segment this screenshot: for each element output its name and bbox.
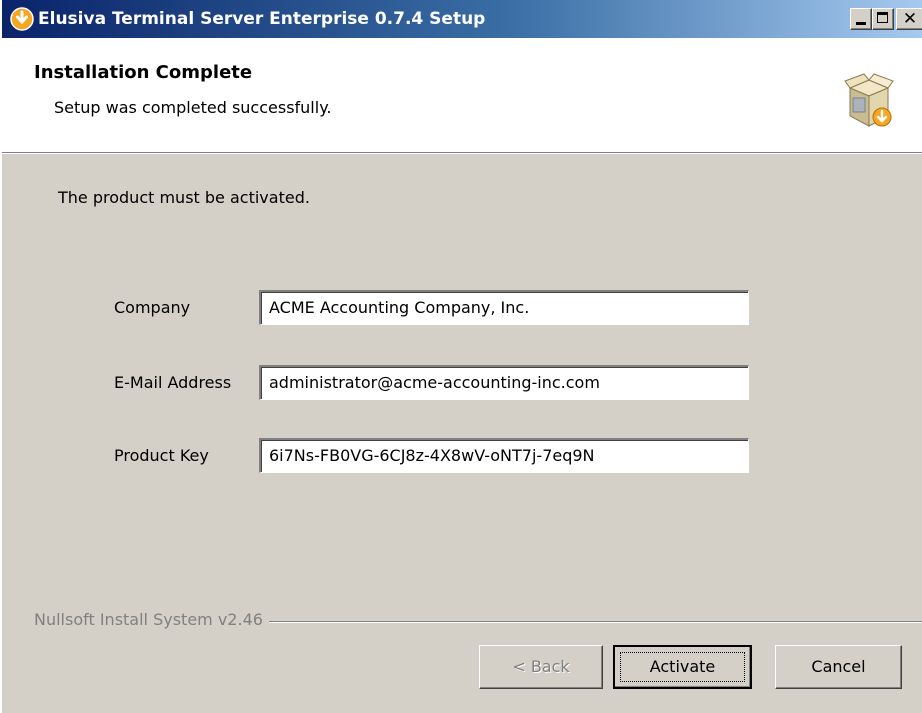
page-title: Installation Complete: [34, 62, 253, 83]
minimize-icon: [856, 22, 866, 25]
cancel-button-label: Cancel: [811, 657, 866, 676]
header-divider: [2, 152, 922, 154]
minimize-button[interactable]: [850, 8, 872, 30]
installer-app-icon: [10, 7, 34, 31]
cancel-button[interactable]: Cancel: [775, 645, 902, 689]
title-bar[interactable]: Elusiva Terminal Server Enterprise 0.7.4…: [2, 0, 922, 38]
header-panel: [2, 38, 922, 152]
email-field[interactable]: administrator@acme-accounting-inc.com: [259, 365, 749, 400]
back-button[interactable]: < Back: [479, 645, 603, 689]
maximize-icon: [877, 12, 888, 23]
product-key-label: Product Key: [114, 446, 209, 465]
setup-window: Elusiva Terminal Server Enterprise 0.7.4…: [0, 0, 922, 713]
maximize-button[interactable]: [872, 8, 894, 30]
window-title: Elusiva Terminal Server Enterprise 0.7.4…: [38, 9, 486, 29]
product-key-field[interactable]: 6i7Ns-FB0VG-6CJ8z-4X8wV-oNT7j-7eq9N: [259, 438, 749, 473]
company-label: Company: [114, 298, 191, 317]
nsis-branding: Nullsoft Install System v2.46: [34, 610, 269, 629]
activate-button[interactable]: Activate: [613, 645, 752, 689]
email-label: E-Mail Address: [114, 373, 232, 392]
close-button[interactable]: ✕: [896, 8, 922, 30]
close-icon: ✕: [902, 9, 918, 29]
activation-message: The product must be activated.: [58, 188, 310, 207]
focus-rectangle: [620, 652, 745, 682]
page-subtitle: Setup was completed successfully.: [54, 98, 332, 117]
back-button-label: < Back: [512, 657, 570, 676]
company-field[interactable]: ACME Accounting Company, Inc.: [259, 290, 749, 325]
installer-box-icon: [844, 73, 894, 127]
